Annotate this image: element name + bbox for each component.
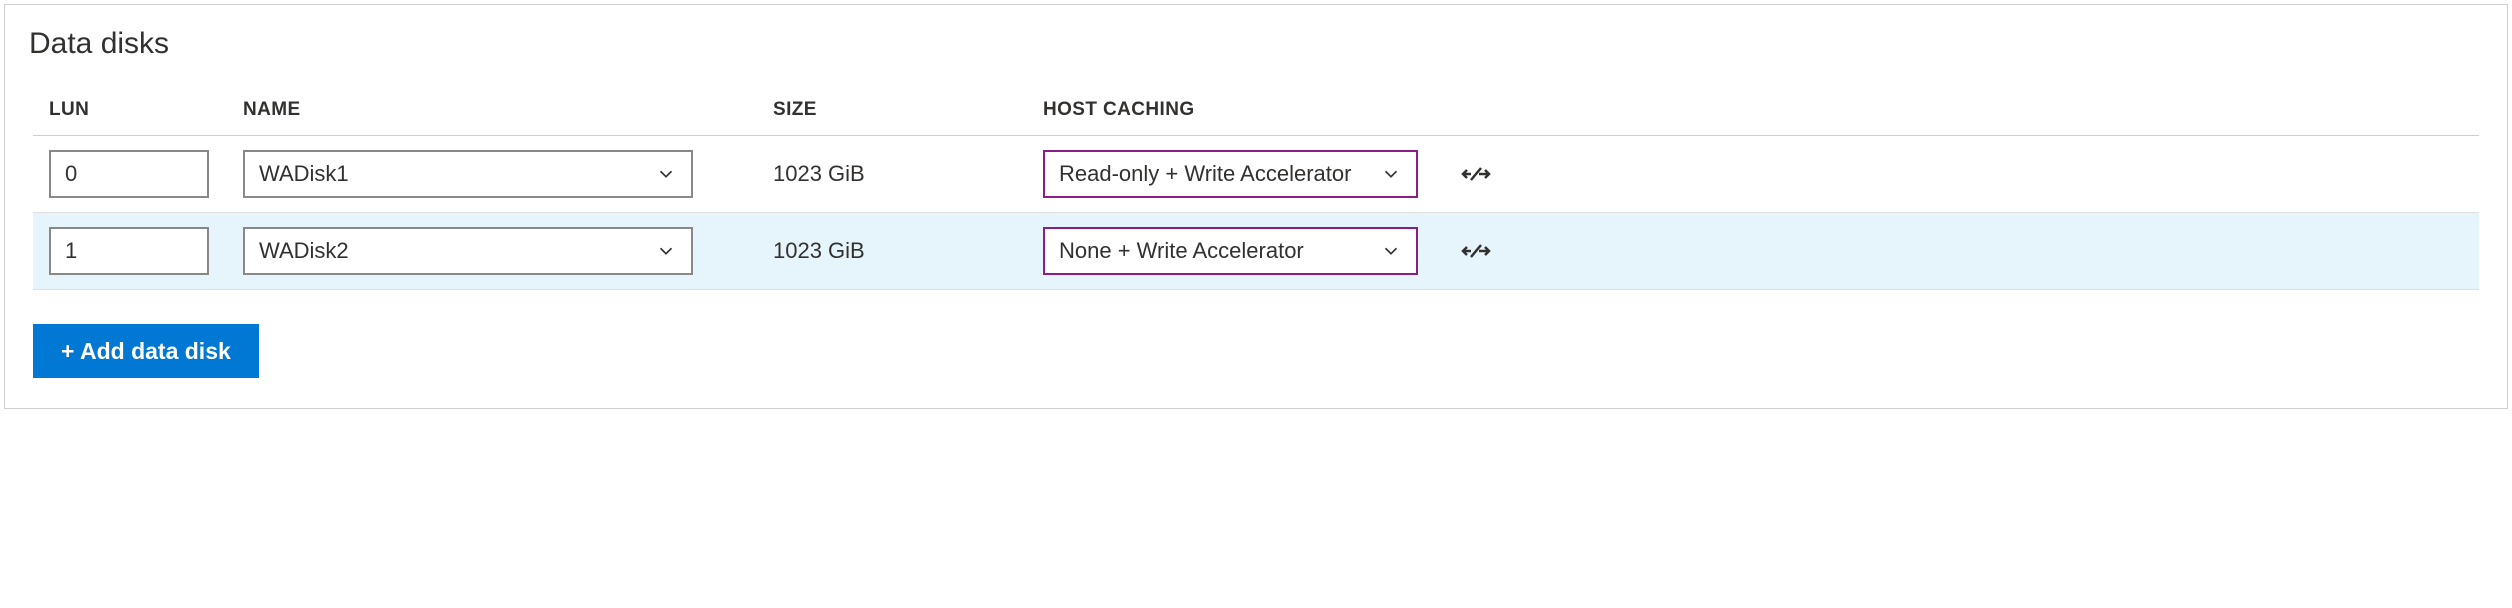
section-title: Data disks (29, 27, 2479, 61)
add-data-disk-button[interactable]: + Add data disk (33, 324, 259, 378)
add-data-disk-label: + Add data disk (61, 338, 231, 365)
table-row: 0 WADisk1 1023 GiB Read-only + Write Acc… (33, 136, 2479, 213)
write-accelerator-icon[interactable] (1461, 164, 1523, 184)
disk-name-value: WADisk2 (259, 238, 349, 264)
header-cache: HOST CACHING (1023, 99, 1453, 121)
data-disks-table: LUN NAME SIZE HOST CACHING 0 WADisk1 (33, 89, 2479, 290)
lun-input[interactable]: 0 (49, 150, 209, 198)
disk-name-select[interactable]: WADisk2 (243, 227, 693, 275)
header-size: SIZE (743, 99, 1023, 121)
host-caching-value: Read-only + Write Accelerator (1059, 161, 1351, 187)
table-row: 1 WADisk2 1023 GiB None + Write Accelera… (33, 213, 2479, 290)
header-name: NAME (243, 99, 743, 121)
disk-name-value: WADisk1 (259, 161, 349, 187)
disk-size-value: 1023 GiB (773, 161, 865, 186)
lun-input[interactable]: 1 (49, 227, 209, 275)
chevron-down-icon (1380, 240, 1402, 262)
table-header-row: LUN NAME SIZE HOST CACHING (33, 89, 2479, 136)
host-caching-select[interactable]: Read-only + Write Accelerator (1043, 150, 1418, 198)
disk-size-value: 1023 GiB (773, 238, 865, 263)
write-accelerator-icon[interactable] (1461, 241, 1523, 261)
lun-value: 0 (65, 161, 77, 187)
lun-value: 1 (65, 238, 77, 264)
chevron-down-icon (1380, 163, 1402, 185)
disk-name-select[interactable]: WADisk1 (243, 150, 693, 198)
header-lun: LUN (33, 99, 243, 121)
host-caching-value: None + Write Accelerator (1059, 238, 1304, 264)
chevron-down-icon (655, 163, 677, 185)
host-caching-select[interactable]: None + Write Accelerator (1043, 227, 1418, 275)
data-disks-panel: Data disks LUN NAME SIZE HOST CACHING 0 … (4, 4, 2508, 409)
chevron-down-icon (655, 240, 677, 262)
